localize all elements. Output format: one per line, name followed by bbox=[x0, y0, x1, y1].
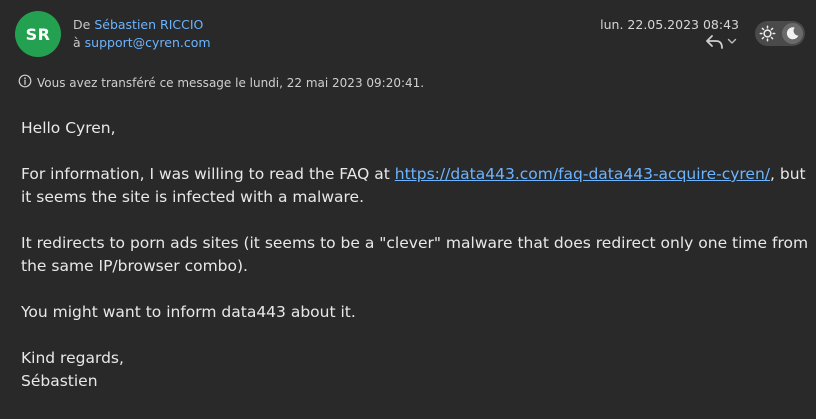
message-body: Hello Cyren, For information, I was will… bbox=[21, 117, 811, 393]
reply-menu-button[interactable] bbox=[705, 33, 739, 49]
paragraph-inform: You might want to inform data443 about i… bbox=[21, 303, 356, 321]
forwarded-notice: Vous avez transféré ce message le lundi,… bbox=[18, 74, 424, 92]
signature-block: Kind regards, Sébastien bbox=[21, 347, 811, 393]
email-reading-pane: SR De Sébastien RICCIO à support@cyren.c… bbox=[0, 0, 816, 419]
chevron-down-icon bbox=[727, 37, 737, 45]
sender-name-link[interactable]: Sébastien RICCIO bbox=[94, 17, 203, 32]
signature-name: Sébastien bbox=[21, 372, 98, 390]
forwarded-notice-text: Vous avez transféré ce message le lundi,… bbox=[37, 76, 425, 90]
info-icon bbox=[18, 74, 32, 92]
from-line: De Sébastien RICCIO bbox=[73, 17, 203, 33]
paragraph-faq: For information, I was willing to read t… bbox=[21, 163, 811, 209]
sender-avatar[interactable]: SR bbox=[15, 11, 61, 57]
moon-icon bbox=[782, 23, 803, 44]
sun-icon bbox=[759, 25, 776, 46]
paragraph-faq-start: For information, I was willing to read t… bbox=[21, 165, 395, 183]
to-prefix: à bbox=[73, 35, 81, 50]
from-prefix: De bbox=[73, 17, 91, 32]
faq-link[interactable]: https://data443.com/faq-data443-acquire-… bbox=[395, 165, 770, 183]
message-date: lun. 22.05.2023 08:43 bbox=[600, 17, 739, 32]
theme-toggle[interactable] bbox=[755, 21, 805, 46]
avatar-initials: SR bbox=[25, 24, 51, 44]
recipient-address-link[interactable]: support@cyren.com bbox=[85, 35, 211, 50]
greeting: Hello Cyren, bbox=[21, 119, 116, 137]
to-line: à support@cyren.com bbox=[73, 35, 211, 51]
paragraph-redirect: It redirects to porn ads sites (it seems… bbox=[21, 234, 809, 275]
closing: Kind regards, bbox=[21, 349, 124, 367]
reply-arrow-icon bbox=[705, 34, 725, 49]
